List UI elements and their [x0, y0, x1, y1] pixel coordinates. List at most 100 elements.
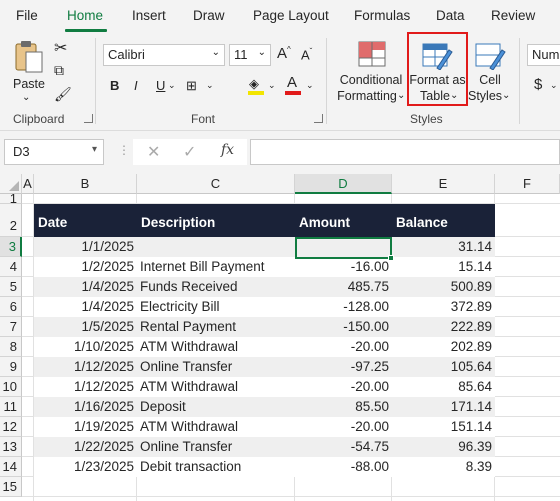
cell-styles-button[interactable]: Cell Styles ⌄	[468, 38, 512, 108]
cell-description[interactable]: Online Transfer	[140, 357, 292, 377]
row-header-1[interactable]: 1	[0, 192, 22, 205]
row-header-8[interactable]: 8	[0, 337, 22, 357]
table-header-amount[interactable]: Amount	[295, 204, 392, 237]
cell-description[interactable]: Deposit	[140, 397, 292, 417]
cell-date[interactable]: 1/2/2025	[37, 257, 134, 277]
cell-balance[interactable]: 500.89	[395, 277, 492, 297]
active-cell-d3[interactable]	[295, 237, 392, 259]
tab-page-layout[interactable]: Page Layout	[253, 8, 329, 23]
cell-date[interactable]: 1/22/2025	[37, 437, 134, 457]
fill-color-button[interactable]: ◈	[247, 76, 267, 96]
cell-balance[interactable]: 202.89	[395, 337, 492, 357]
cell-date[interactable]: 1/12/2025	[37, 377, 134, 397]
row-header-9[interactable]: 9	[0, 357, 22, 377]
number-format-dropdown[interactable]: Num	[527, 44, 560, 66]
font-launcher-icon[interactable]	[314, 114, 323, 123]
row-header-5[interactable]: 5	[0, 277, 22, 297]
borders-icon[interactable]: ⊞	[186, 78, 197, 94]
cell-description[interactable]	[140, 237, 292, 257]
cell-description[interactable]: Online Transfer	[140, 437, 292, 457]
chevron-down-icon[interactable]: ⌄	[550, 80, 558, 91]
cell-amount[interactable]: -20.00	[298, 337, 389, 357]
chevron-down-icon[interactable]: ⌄	[206, 80, 214, 91]
cell-balance[interactable]: 151.14	[395, 417, 492, 437]
cell-description[interactable]: Internet Bill Payment	[140, 257, 292, 277]
drag-handle-icon[interactable]: ⋮	[118, 143, 130, 157]
tab-insert[interactable]: Insert	[132, 8, 166, 23]
row-header-13[interactable]: 13	[0, 437, 22, 457]
row-header-6[interactable]: 6	[0, 297, 22, 317]
cell-date[interactable]: 1/23/2025	[37, 457, 134, 477]
fill-handle[interactable]	[388, 255, 394, 261]
tab-file[interactable]: File	[16, 8, 38, 23]
cell-date[interactable]: 1/12/2025	[37, 357, 134, 377]
cell-description[interactable]: ATM Withdrawal	[140, 337, 292, 357]
bold-button[interactable]: B	[110, 78, 119, 93]
cell-date[interactable]: 1/4/2025	[37, 277, 134, 297]
worksheet-grid[interactable]: A B C D E F 1 2 3 4 5 6 7 8 9 10 11 12 13 14 15 Date D…	[0, 174, 560, 501]
column-header-f[interactable]: F	[495, 174, 560, 194]
cell-balance[interactable]: 15.14	[395, 257, 492, 277]
tab-formulas[interactable]: Formulas	[354, 8, 410, 23]
cell-balance[interactable]: 31.14	[395, 237, 492, 257]
increase-font-icon[interactable]: A^	[277, 45, 291, 62]
currency-button[interactable]: $	[534, 76, 542, 93]
chevron-down-icon[interactable]: ⌄	[306, 80, 314, 91]
table-header-date[interactable]: Date	[34, 204, 137, 237]
tab-draw[interactable]: Draw	[193, 8, 225, 23]
cancel-icon[interactable]: ✕	[147, 142, 160, 162]
underline-button[interactable]: U	[156, 78, 165, 93]
row-header-15[interactable]: 15	[0, 477, 22, 497]
cell-description[interactable]: ATM Withdrawal	[140, 377, 292, 397]
insert-function-icon[interactable]: fx	[221, 142, 234, 158]
row-header-3[interactable]: 3	[0, 237, 22, 257]
copy-icon[interactable]: ⧉	[54, 62, 64, 79]
decrease-font-icon[interactable]: Aˇ	[301, 47, 312, 62]
formula-input[interactable]	[250, 139, 560, 165]
cell-balance[interactable]: 85.64	[395, 377, 492, 397]
tab-home[interactable]: Home	[67, 8, 103, 23]
cell-date[interactable]: 1/5/2025	[37, 317, 134, 337]
cell-amount[interactable]: -16.00	[298, 257, 389, 277]
column-header-c[interactable]: C	[137, 174, 295, 194]
cell-balance[interactable]: 222.89	[395, 317, 492, 337]
chevron-down-icon[interactable]: ⌄	[268, 80, 276, 91]
cell-date[interactable]: 1/1/2025	[37, 237, 134, 257]
row-header-2[interactable]: 2	[0, 204, 22, 237]
tab-data[interactable]: Data	[436, 8, 465, 23]
conditional-formatting-button[interactable]: Conditional Formatting ⌄	[337, 38, 405, 108]
clipboard-launcher-icon[interactable]	[84, 114, 93, 123]
cut-icon[interactable]: ✂	[54, 38, 67, 58]
cell-date[interactable]: 1/10/2025	[37, 337, 134, 357]
cell-balance[interactable]: 96.39	[395, 437, 492, 457]
font-name-dropdown[interactable]: Calibri ⌄	[103, 44, 225, 66]
cell-amount[interactable]: -54.75	[298, 437, 389, 457]
cell-description[interactable]: Electricity Bill	[140, 297, 292, 317]
cell-amount[interactable]: -20.00	[298, 417, 389, 437]
format-painter-icon[interactable]: 🖌	[54, 86, 72, 103]
cell-amount[interactable]: -88.00	[298, 457, 389, 477]
column-header-d[interactable]: D	[295, 174, 392, 194]
cell-balance[interactable]: 105.64	[395, 357, 492, 377]
cell-amount[interactable]: -150.00	[298, 317, 389, 337]
cell-amount[interactable]: -20.00	[298, 377, 389, 397]
column-header-e[interactable]: E	[392, 174, 495, 194]
cell-description[interactable]: Funds Received	[140, 277, 292, 297]
column-header-a[interactable]: A	[22, 174, 34, 194]
cell-amount[interactable]: -128.00	[298, 297, 389, 317]
italic-button[interactable]: I	[134, 78, 138, 93]
cell-amount[interactable]: 485.75	[298, 277, 389, 297]
row-header-10[interactable]: 10	[0, 377, 22, 397]
cell-balance[interactable]: 372.89	[395, 297, 492, 317]
row-header-14[interactable]: 14	[0, 457, 22, 477]
tab-review[interactable]: Review	[491, 8, 535, 23]
cell-description[interactable]: Debit transaction	[140, 457, 292, 477]
table-header-balance[interactable]: Balance	[392, 204, 495, 237]
enter-icon[interactable]: ✓	[183, 142, 196, 162]
cell-description[interactable]: Rental Payment	[140, 317, 292, 337]
chevron-down-icon[interactable]: ⌄	[168, 80, 176, 91]
paste-button[interactable]: Paste ⌄	[10, 38, 48, 104]
cell-date[interactable]: 1/4/2025	[37, 297, 134, 317]
column-header-b[interactable]: B	[34, 174, 137, 194]
table-header-description[interactable]: Description	[137, 204, 295, 237]
